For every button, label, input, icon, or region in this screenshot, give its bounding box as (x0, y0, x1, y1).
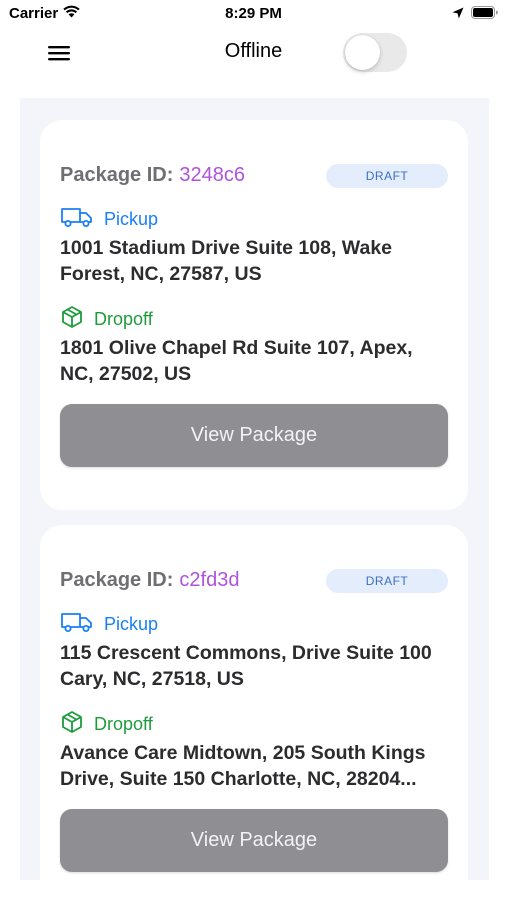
package-box-icon (60, 710, 84, 739)
dropoff-address-line-1: 1801 Olive Chapel Rd Suite 107, Apex, (60, 337, 413, 359)
dropoff-address: Avance Care Midtown, 205 South Kings Dri… (60, 740, 460, 792)
truck-icon (60, 206, 94, 233)
pickup-address-line-1: 115 Crescent Commons, Drive Suite 100 (60, 642, 432, 664)
dropoff-header: Dropoff (60, 305, 153, 334)
pickup-address-line-1: 1001 Stadium Drive Suite 108, Wake (60, 237, 393, 259)
dropoff-label: Dropoff (94, 309, 153, 329)
truck-icon (60, 611, 94, 638)
pickup-address: 115 Crescent Commons, Drive Suite 100 Ca… (60, 640, 460, 692)
view-package-button[interactable]: View Package (60, 809, 448, 872)
status-time: 8:29 PM (225, 5, 282, 22)
dropoff-address: 1801 Olive Chapel Rd Suite 107, Apex, NC… (60, 335, 460, 387)
package-id-value: 3248c6 (179, 164, 246, 186)
view-package-button[interactable]: View Package (60, 404, 448, 467)
dropoff-label: Dropoff (94, 714, 153, 734)
pickup-label: Pickup (104, 614, 159, 634)
package-list[interactable]: Package ID: 3248c6 DRAFT Pickup 1001 Stad… (20, 98, 489, 880)
dropoff-address-line-1: Avance Care Midtown, 205 South Kings (60, 742, 426, 764)
toggle-knob (345, 35, 380, 70)
package-id-label: Package ID: (60, 569, 174, 591)
status-badge: DRAFT (326, 164, 448, 188)
pickup-address-line-2: Forest, NC, 27587, US (60, 263, 262, 285)
online-toggle[interactable] (343, 33, 407, 72)
package-id-row: Package ID: c2fd3d (60, 569, 239, 592)
package-id-label: Package ID: (60, 164, 174, 186)
pickup-label: Pickup (104, 209, 159, 229)
dropoff-header: Dropoff (60, 710, 153, 739)
package-id-row: Package ID: 3248c6 (60, 164, 245, 187)
package-box-icon (60, 305, 84, 334)
package-id-value: c2fd3d (179, 569, 240, 591)
pickup-header: Pickup (60, 206, 158, 233)
pickup-header: Pickup (60, 611, 158, 638)
status-bar: Carrier 8:29 PM (0, 0, 507, 30)
pickup-address-line-2: Cary, NC, 27518, US (60, 668, 244, 690)
package-card: Package ID: c2fd3d DRAFT Pickup 115 Cresc… (40, 525, 468, 880)
status-badge: DRAFT (326, 569, 448, 593)
status-right-group (452, 6, 499, 24)
dropoff-address-line-2: Drive, Suite 150 Charlotte, NC, 28204... (60, 768, 417, 790)
battery-icon (471, 6, 499, 24)
pickup-address: 1001 Stadium Drive Suite 108, Wake Fores… (60, 235, 460, 287)
dropoff-address-line-2: NC, 27502, US (60, 363, 192, 385)
page-title: Offline (224, 40, 283, 62)
location-arrow-icon (452, 6, 464, 24)
nav-bar: Offline (0, 30, 507, 76)
package-card: Package ID: 3248c6 DRAFT Pickup 1001 Stad… (40, 120, 468, 510)
